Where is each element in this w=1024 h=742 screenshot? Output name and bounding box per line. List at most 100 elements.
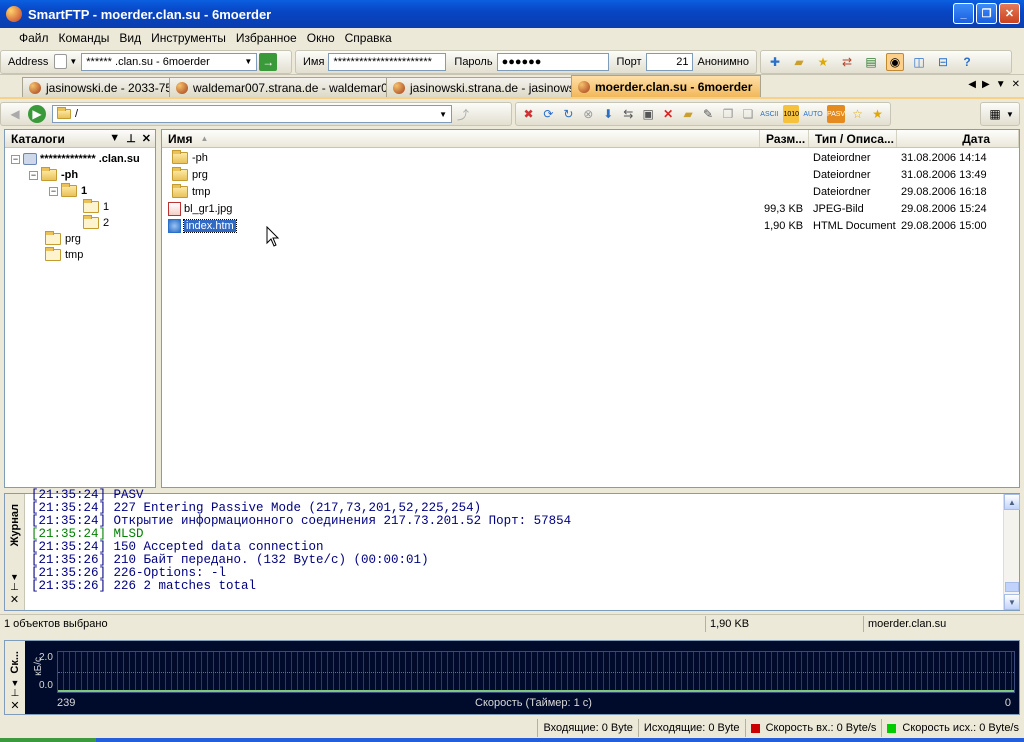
path-field[interactable]: / ▼ [52, 105, 452, 123]
menu-help[interactable]: Справка [340, 31, 397, 45]
folder-icon [172, 166, 188, 181]
binary-mode-icon[interactable]: 1010 [783, 105, 800, 123]
tab-list-icon[interactable]: ▼ [996, 79, 1006, 90]
pin-icon[interactable]: ⊥ [126, 132, 136, 145]
pin-icon[interactable]: ⊥ [11, 688, 20, 699]
anonymous-label[interactable]: Анонимно [693, 56, 753, 68]
address-field[interactable]: ****** .clan.su - 6moerder ▼ [81, 52, 258, 71]
new-connection-icon[interactable]: ✚ [766, 53, 784, 71]
tree-node-tmp[interactable]: tmp [45, 247, 83, 263]
log-scrollbar[interactable]: ▲ ▼ [1003, 494, 1020, 610]
connect-arrow-icon[interactable]: → [259, 52, 278, 71]
tab-close-icon[interactable]: ✕ [1012, 79, 1020, 90]
pin-icon[interactable]: ⊥ [10, 582, 19, 593]
favorite-star-icon[interactable]: ★ [870, 105, 885, 123]
chevron-down-icon[interactable]: ▼ [109, 132, 120, 145]
chevron-down-icon[interactable]: ▼ [244, 57, 252, 66]
transfer-icon[interactable]: ⇆ [621, 105, 636, 123]
view-icon[interactable]: ▣ [641, 105, 656, 123]
start-button[interactable] [0, 738, 96, 742]
chevron-down-icon[interactable]: ▼ [1006, 110, 1014, 119]
tree-node-ph[interactable]: − -ph [29, 167, 78, 183]
column-size[interactable]: Разм... [760, 130, 809, 147]
reconnect-icon[interactable]: ⟳ [541, 105, 556, 123]
new-folder-icon[interactable]: ▰ [681, 105, 696, 123]
menu-view[interactable]: Вид [114, 31, 146, 45]
local-browser-icon[interactable]: ◉ [886, 52, 904, 71]
favorites-star-icon[interactable]: ★ [814, 53, 832, 71]
close-icon[interactable]: ✕ [10, 699, 19, 712]
collapse-icon[interactable]: − [49, 186, 58, 196]
tab-waldemar007[interactable]: waldemar007.strana.de - waldemar007 [169, 77, 387, 97]
transfer-queue-icon[interactable]: ⇄ [838, 53, 856, 71]
tab-left-icon[interactable]: ◀ [968, 79, 976, 90]
document-icon[interactable] [54, 54, 68, 69]
table-row[interactable]: tmp Dateiordner 29.08.2006 16:18 [162, 183, 1019, 200]
maximize-button[interactable]: ❐ [976, 3, 997, 24]
scroll-thumb[interactable] [1005, 582, 1019, 592]
collapse-icon[interactable]: − [11, 154, 20, 164]
stop-icon[interactable]: ⊗ [581, 105, 596, 123]
scroll-up-icon[interactable]: ▲ [1004, 494, 1020, 510]
add-favorite-icon[interactable]: ☆ [850, 105, 865, 123]
tab-right-icon[interactable]: ▶ [982, 79, 990, 90]
port-field[interactable]: 21 [645, 52, 694, 71]
folder-icon [45, 231, 61, 245]
forward-icon[interactable]: ▶ [28, 105, 46, 123]
refresh-icon[interactable]: ↻ [561, 105, 576, 123]
split-horizontal-icon[interactable]: ⊟ [934, 53, 952, 71]
back-icon[interactable]: ◀ [6, 105, 24, 123]
menu-commands[interactable]: Команды [54, 31, 115, 45]
menu-window[interactable]: Окно [302, 31, 340, 45]
menu-tools[interactable]: Инструменты [146, 31, 231, 45]
column-date[interactable]: Дата [897, 130, 1019, 147]
graph-sidebar: Ск... ▼ ⊥ ✕ [5, 641, 25, 714]
tree-node-1-2[interactable]: 2 [83, 215, 109, 231]
speed-graph: кБ/с 2.0 0.0 239 Скорость (Таймер: 1 с) … [27, 641, 1019, 714]
close-button[interactable]: ✕ [999, 3, 1020, 24]
edit-icon[interactable]: ✎ [701, 105, 716, 123]
collapse-icon[interactable]: − [29, 170, 38, 180]
password-field[interactable]: ●●●●●● [496, 52, 609, 71]
ascii-mode-icon[interactable]: ASCII [760, 105, 778, 123]
tab-jasinowski-de[interactable]: jasinowski.de - 2033-759 [22, 77, 170, 97]
column-name[interactable]: Имя ▲ [162, 130, 760, 147]
tree-node-1[interactable]: − 1 [49, 183, 87, 199]
table-row[interactable]: -ph Dateiordner 31.08.2006 14:14 [162, 149, 1019, 166]
minimize-button[interactable]: _ [953, 3, 974, 24]
close-icon[interactable]: ✕ [142, 132, 151, 145]
username-field[interactable]: *********************** [328, 52, 447, 71]
disconnect-icon[interactable]: ✖ [521, 105, 536, 123]
paste-icon[interactable]: ❏ [740, 105, 755, 123]
close-icon[interactable]: ✕ [10, 593, 19, 606]
auto-mode-icon[interactable]: AUTO [803, 105, 822, 123]
tab-moerder[interactable]: moerder.clan.su - 6moerder [571, 75, 761, 97]
chevron-down-icon[interactable]: ▼ [10, 572, 19, 582]
tree-node-prg[interactable]: prg [45, 231, 81, 247]
tree-node-1-1[interactable]: 1 [83, 199, 109, 215]
split-vertical-icon[interactable]: ◫ [910, 53, 928, 71]
table-row-selected[interactable]: index.htm 1,90 KB HTML Document 29.08.20… [162, 217, 1019, 234]
connection-icon [176, 81, 188, 94]
delete-icon[interactable]: ✕ [661, 105, 676, 123]
copy-icon[interactable]: ❐ [721, 105, 736, 123]
chevron-down-icon[interactable]: ▼ [11, 678, 20, 688]
view-mode-icon[interactable]: ▦ [986, 105, 1004, 123]
tab-jasinowski-strana[interactable]: jasinowski.strana.de - jasinowsk [386, 77, 572, 97]
table-row[interactable]: bl_gr1.jpg 99,3 KB JPEG-Bild 29.08.2006 … [162, 200, 1019, 217]
open-folder-icon[interactable]: ▰ [790, 53, 808, 71]
pasv-mode-icon[interactable]: PASV [827, 105, 845, 123]
status-selected: 1 объектов выбрано [0, 615, 706, 632]
menu-favorites[interactable]: Избранное [231, 31, 302, 45]
scroll-down-icon[interactable]: ▼ [1004, 594, 1020, 610]
help-icon[interactable]: ? [958, 53, 976, 71]
parent-folder-icon[interactable]: ⤴ [454, 105, 472, 123]
table-row[interactable]: prg Dateiordner 31.08.2006 13:49 [162, 166, 1019, 183]
column-type[interactable]: Тип / Описа... [809, 130, 897, 147]
menu-file[interactable]: Файл [14, 31, 54, 45]
chevron-down-icon[interactable]: ▼ [439, 110, 447, 119]
tree-node-root[interactable]: − ************* .clan.su [11, 151, 140, 167]
download-icon[interactable]: ⬇ [601, 105, 616, 123]
graph-icon[interactable]: ▤ [862, 53, 880, 71]
chevron-down-icon[interactable]: ▼ [69, 57, 77, 66]
